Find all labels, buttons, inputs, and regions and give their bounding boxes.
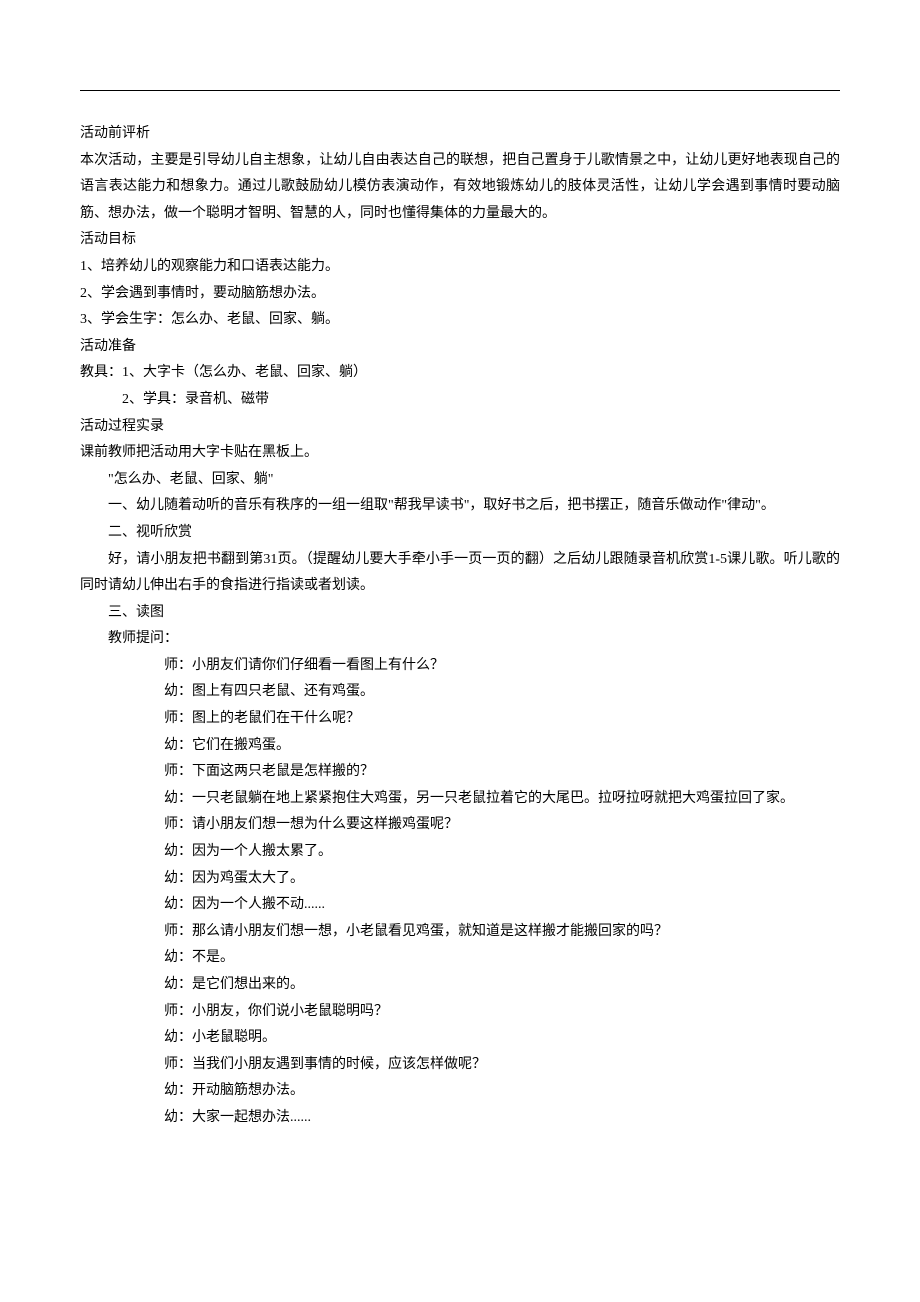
goal-item-3: 3、学会生字：怎么办、老鼠、回家、躺。 <box>80 307 840 334</box>
dialogue-line: 幼：因为一个人搬太累了。 <box>80 839 840 866</box>
dialogue-line: 师：图上的老鼠们在干什么呢？ <box>80 706 840 733</box>
dialogue-line: 幼：大家一起想办法...... <box>80 1105 840 1132</box>
dialogue-line: 幼：是它们想出来的。 <box>80 972 840 999</box>
goals-title: 活动目标 <box>80 227 840 254</box>
dialogue-line: 师：请小朋友们想一想为什么要这样搬鸡蛋呢？ <box>80 812 840 839</box>
process-cards: "怎么办、老鼠、回家、躺" <box>80 467 840 494</box>
process-step3-sub: 教师提问： <box>80 626 840 653</box>
dialogue-line: 幼：因为鸡蛋太大了。 <box>80 866 840 893</box>
dialogue-line: 师：那么请小朋友们想一想，小老鼠看见鸡蛋，就知道是这样搬才能搬回家的吗？ <box>80 919 840 946</box>
process-step2-title: 二、视听欣赏 <box>80 520 840 547</box>
dialogue-line: 幼：开动脑筋想办法。 <box>80 1078 840 1105</box>
prep-line-2: 2、学具：录音机、磁带 <box>80 387 840 414</box>
prep-title: 活动准备 <box>80 334 840 361</box>
process-step2-body: 好，请小朋友把书翻到第31页。（提醒幼儿要大手牵小手一页一页的翻）之后幼儿跟随录… <box>80 547 840 600</box>
process-title: 活动过程实录 <box>80 414 840 441</box>
dialogue-line: 幼：小老鼠聪明。 <box>80 1025 840 1052</box>
dialogue-line: 幼：一只老鼠躺在地上紧紧抱住大鸡蛋，另一只老鼠拉着它的大尾巴。拉呀拉呀就把大鸡蛋… <box>80 786 840 813</box>
dialogue-line: 幼：因为一个人搬不动...... <box>80 892 840 919</box>
prep-line-1: 教具：1、大字卡（怎么办、老鼠、回家、躺） <box>80 360 840 387</box>
dialogue-line: 师：下面这两只老鼠是怎样搬的？ <box>80 759 840 786</box>
dialogue-line: 师：小朋友，你们说小老鼠聪明吗？ <box>80 999 840 1026</box>
process-step3-title: 三、读图 <box>80 600 840 627</box>
analysis-body: 本次活动，主要是引导幼儿自主想象，让幼儿自由表达自己的联想，把自己置身于儿歌情景… <box>80 148 840 228</box>
dialogue-line: 师：小朋友们请你们仔细看一看图上有什么？ <box>80 653 840 680</box>
top-rule <box>80 90 840 91</box>
goal-item-2: 2、学会遇到事情时，要动脑筋想办法。 <box>80 281 840 308</box>
dialogue-line: 幼：图上有四只老鼠、还有鸡蛋。 <box>80 679 840 706</box>
analysis-title: 活动前评析 <box>80 121 840 148</box>
process-pre: 课前教师把活动用大字卡贴在黑板上。 <box>80 440 840 467</box>
dialogue-line: 幼：它们在搬鸡蛋。 <box>80 733 840 760</box>
dialogue-line: 师：当我们小朋友遇到事情的时候，应该怎样做呢？ <box>80 1052 840 1079</box>
goal-item-1: 1、培养幼儿的观察能力和口语表达能力。 <box>80 254 840 281</box>
process-step1: 一、幼儿随着动听的音乐有秩序的一组一组取"帮我早读书"，取好书之后，把书摆正，随… <box>80 493 840 520</box>
dialogue-line: 幼：不是。 <box>80 945 840 972</box>
